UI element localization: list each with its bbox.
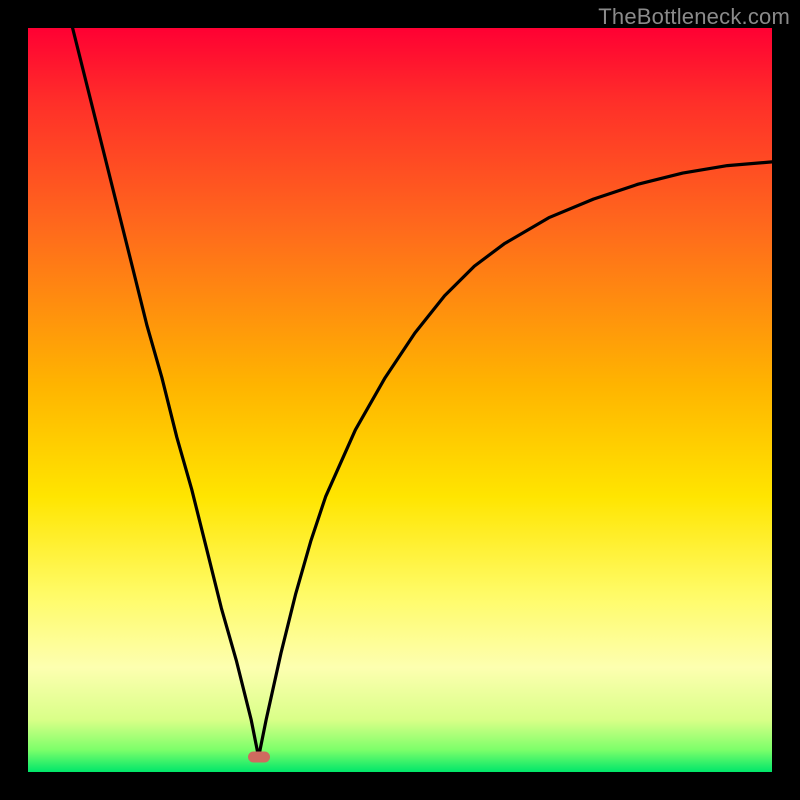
optimal-point-marker: [248, 752, 270, 763]
bottleneck-curve: [28, 28, 772, 772]
plot-area: [28, 28, 772, 772]
watermark-text: TheBottleneck.com: [598, 4, 790, 30]
chart-frame: TheBottleneck.com: [0, 0, 800, 800]
